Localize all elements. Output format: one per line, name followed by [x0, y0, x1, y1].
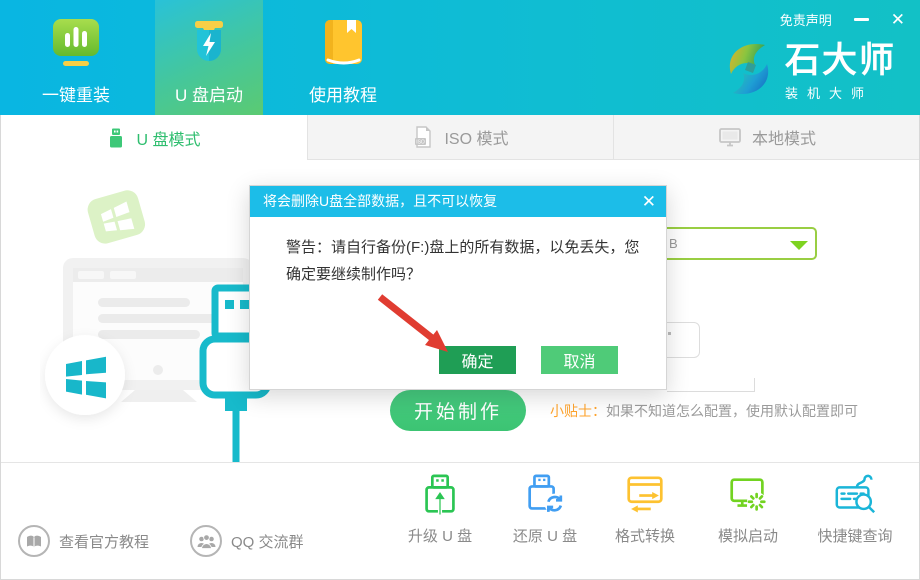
tutorial-book-icon	[316, 18, 370, 75]
tab-local-mode[interactable]: 本地模式	[613, 115, 920, 160]
minimize-icon[interactable]	[854, 18, 869, 21]
group-icon	[190, 525, 222, 557]
nav-item-usb-boot[interactable]: U 盘启动	[155, 0, 263, 115]
disclaimer-link[interactable]: 免责声明	[780, 10, 832, 29]
dialog-message: 警告：请自行备份(F:)盘上的所有数据，以免丢失，您确定要继续制作吗？	[286, 234, 648, 288]
nav-item-label: 使用教程	[309, 81, 377, 106]
tool-hotkey-query[interactable]: 快捷键查询	[810, 473, 900, 546]
qq-group-link[interactable]: QQ 交流群	[190, 525, 304, 557]
usb-boot-shield-icon	[182, 18, 236, 75]
tab-iso-mode[interactable]: ISO ISO 模式	[307, 115, 613, 160]
chevron-down-icon	[790, 241, 808, 250]
mode-tab-bar: U 盘模式 ISO ISO 模式 本地模式	[0, 115, 920, 160]
iso-file-icon: ISO	[412, 126, 434, 148]
brand-logo: 石大师 装机大师	[721, 38, 896, 105]
usb-install-illustration	[40, 190, 280, 462]
confirm-delete-dialog: 将会删除U盘全部数据，且不可以恢复 ✕ 警告：请自行备份(F:)盘上的所有数据，…	[249, 185, 667, 390]
titlebar-controls: 免责声明 ✕	[780, 10, 905, 29]
hotkey-search-icon	[831, 473, 879, 519]
tool-upgrade-usb[interactable]: 升级 U 盘	[395, 473, 485, 546]
brand-subtitle: 装机大师	[785, 83, 896, 102]
book-icon	[18, 525, 50, 557]
dialog-close-icon[interactable]: ✕	[642, 186, 656, 217]
cancel-button[interactable]: 取消	[541, 346, 618, 374]
tab-label: 本地模式	[752, 125, 816, 149]
tool-format-convert[interactable]: 格式转换	[600, 473, 690, 546]
tip-content: 如果不知道怎么配置，使用默认配置即可	[606, 403, 858, 419]
nav-item-label: U 盘启动	[175, 81, 243, 106]
footer-tool-label: 格式转换	[615, 525, 675, 546]
usb-restore-icon	[522, 473, 568, 519]
footer-tool-label: 快捷键查询	[817, 525, 892, 546]
header-bar: 一键重装 U 盘启动	[0, 0, 920, 115]
tool-restore-usb[interactable]: 还原 U 盘	[500, 473, 590, 546]
shidashi-swirl-icon	[721, 38, 777, 105]
footer-tool-label: 模拟启动	[718, 525, 778, 546]
format-convert-icon	[622, 473, 668, 519]
confirm-button[interactable]: 确定	[439, 346, 516, 374]
svg-text:ISO: ISO	[417, 140, 426, 146]
occluded-box-border	[667, 391, 755, 392]
tip-label: 小贴士：	[550, 403, 606, 419]
usb-capacity-fragment: B	[669, 236, 678, 251]
nav-item-reinstall[interactable]: 一键重装	[20, 0, 132, 115]
windows-badge-icon	[45, 335, 125, 415]
reinstall-chart-icon	[49, 18, 103, 75]
occluded-box-border	[754, 378, 755, 392]
footer-bar: 查看官方教程 QQ 交流群	[0, 462, 920, 580]
app-window: 一键重装 U 盘启动	[0, 0, 920, 580]
simulate-boot-icon	[725, 473, 771, 519]
footer-tool-label: 升级 U 盘	[408, 525, 472, 546]
nav-item-tutorial[interactable]: 使用教程	[287, 0, 399, 115]
footer-tool-label: 还原 U 盘	[513, 525, 577, 546]
start-make-button[interactable]: 开始制作	[390, 390, 526, 431]
official-tutorial-link[interactable]: 查看官方教程	[18, 525, 149, 557]
brand-name: 石大师	[785, 42, 896, 80]
dialog-title-bar: 将会删除U盘全部数据，且不可以恢复 ✕	[250, 186, 666, 217]
footer-link-label: QQ 交流群	[231, 531, 304, 552]
dialog-title: 将会删除U盘全部数据，且不可以恢复	[263, 193, 497, 209]
tab-label: U 盘模式	[136, 126, 200, 150]
footer-link-label: 查看官方教程	[59, 531, 149, 552]
tool-simulate-boot[interactable]: 模拟启动	[703, 473, 793, 546]
close-icon[interactable]: ✕	[891, 11, 905, 28]
usb-upgrade-icon	[417, 473, 463, 519]
windows-tile-icon	[85, 190, 148, 246]
tip-text-row: 小贴士：如果不知道怎么配置，使用默认配置即可	[550, 401, 858, 421]
tab-label: ISO 模式	[444, 125, 508, 149]
usb-icon	[106, 128, 126, 148]
nav-item-label: 一键重装	[42, 81, 110, 106]
tab-usb-mode[interactable]: U 盘模式	[0, 115, 307, 160]
monitor-icon	[718, 126, 742, 148]
